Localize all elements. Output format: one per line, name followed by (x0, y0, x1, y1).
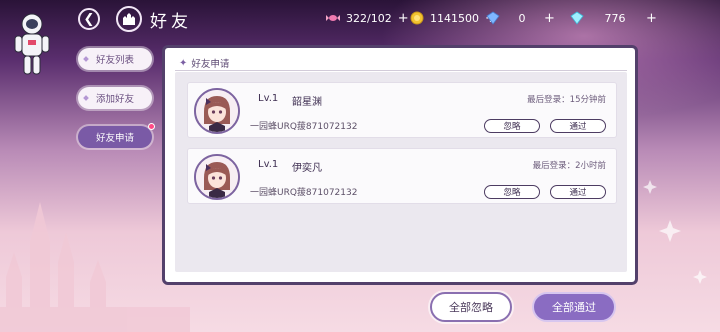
friend-request-panel: ✦ 好友申请 Lv.1 韶星渊 一园蜂URQ菝871072132 最后登录：15… (162, 45, 638, 285)
back-button[interactable]: ❮ (78, 8, 100, 30)
castle-home-icon (123, 13, 135, 25)
player-name: 伊奕凡 (292, 163, 322, 174)
tab-label: 添加好友 (95, 94, 134, 105)
gem-resource: 776 + (570, 9, 657, 27)
page-title: 好友 (150, 12, 192, 32)
gem-value: 776 (604, 11, 626, 25)
ignore-button[interactable]: 忽略 (484, 185, 540, 199)
player-signature: 一园蜂URQ菝871072132 (250, 122, 358, 132)
candy-icon (326, 15, 340, 21)
top-bar: ❮ 好友 322/102 + 1141500 + 0 + 776 (0, 0, 720, 36)
character-portrait-icon (196, 90, 238, 132)
tab-add-friend[interactable]: 添加好友 (78, 87, 152, 109)
request-card: Lv.1 伊奕凡 一园蜂URQ菝871072132 最后登录：2小时前 忽略 通… (187, 148, 617, 204)
diamond-value: 0 (518, 11, 526, 25)
candy-resource: 322/102 + (326, 9, 409, 27)
level-label: Lv.1 (258, 93, 279, 104)
add-gem-button[interactable]: + (646, 11, 657, 26)
player-name: 韶星渊 (292, 97, 322, 108)
tab-label: 好友列表 (95, 55, 134, 66)
blue-diamond-icon (486, 11, 500, 25)
add-diamond-button[interactable]: + (544, 11, 555, 26)
diamond-resource: 0 + (486, 9, 555, 27)
tab-friend-requests[interactable]: 好友申请 (78, 123, 155, 148)
home-button[interactable] (116, 6, 142, 32)
sparkle-decoration (643, 180, 707, 284)
accept-all-button[interactable]: 全部通过 (532, 292, 616, 322)
last-login: 最后登录：15分钟前 (527, 95, 606, 105)
ignore-all-button[interactable]: 全部忽略 (430, 292, 512, 322)
back-arrow-icon: ❮ (83, 11, 95, 27)
gold-coin-icon (410, 11, 424, 25)
panel-header: ✦ 好友申请 (179, 56, 230, 71)
cyan-diamond-icon (570, 11, 584, 25)
diamond-bullet-icon (83, 95, 89, 101)
sparkle-icon: ✦ (179, 57, 188, 69)
level-label: Lv.1 (258, 159, 279, 170)
accept-button[interactable]: 通过 (550, 185, 606, 199)
avatar[interactable] (194, 88, 240, 134)
request-card: Lv.1 韶星渊 一园蜂URQ菝871072132 最后登录：15分钟前 忽略 … (187, 82, 617, 138)
tab-label: 好友申请 (95, 133, 134, 144)
player-signature: 一园蜂URQ菝871072132 (250, 188, 358, 198)
panel-title: 好友申请 (191, 59, 230, 70)
gold-resource: 1141500 + (410, 9, 496, 27)
gold-value: 1141500 (430, 11, 479, 25)
tab-friend-list[interactable]: 好友列表 (78, 48, 152, 70)
accept-button[interactable]: 通过 (550, 119, 606, 133)
divider (175, 70, 627, 71)
character-portrait-icon (196, 156, 238, 198)
add-candy-button[interactable]: + (398, 11, 409, 26)
request-list: Lv.1 韶星渊 一园蜂URQ菝871072132 最后登录：15分钟前 忽略 … (175, 72, 627, 272)
diamond-bullet-icon (83, 56, 89, 62)
notification-badge (148, 123, 155, 130)
ignore-button[interactable]: 忽略 (484, 119, 540, 133)
avatar[interactable] (194, 154, 240, 200)
candy-value: 322/102 (346, 11, 392, 25)
last-login: 最后登录：2小时前 (532, 161, 606, 171)
